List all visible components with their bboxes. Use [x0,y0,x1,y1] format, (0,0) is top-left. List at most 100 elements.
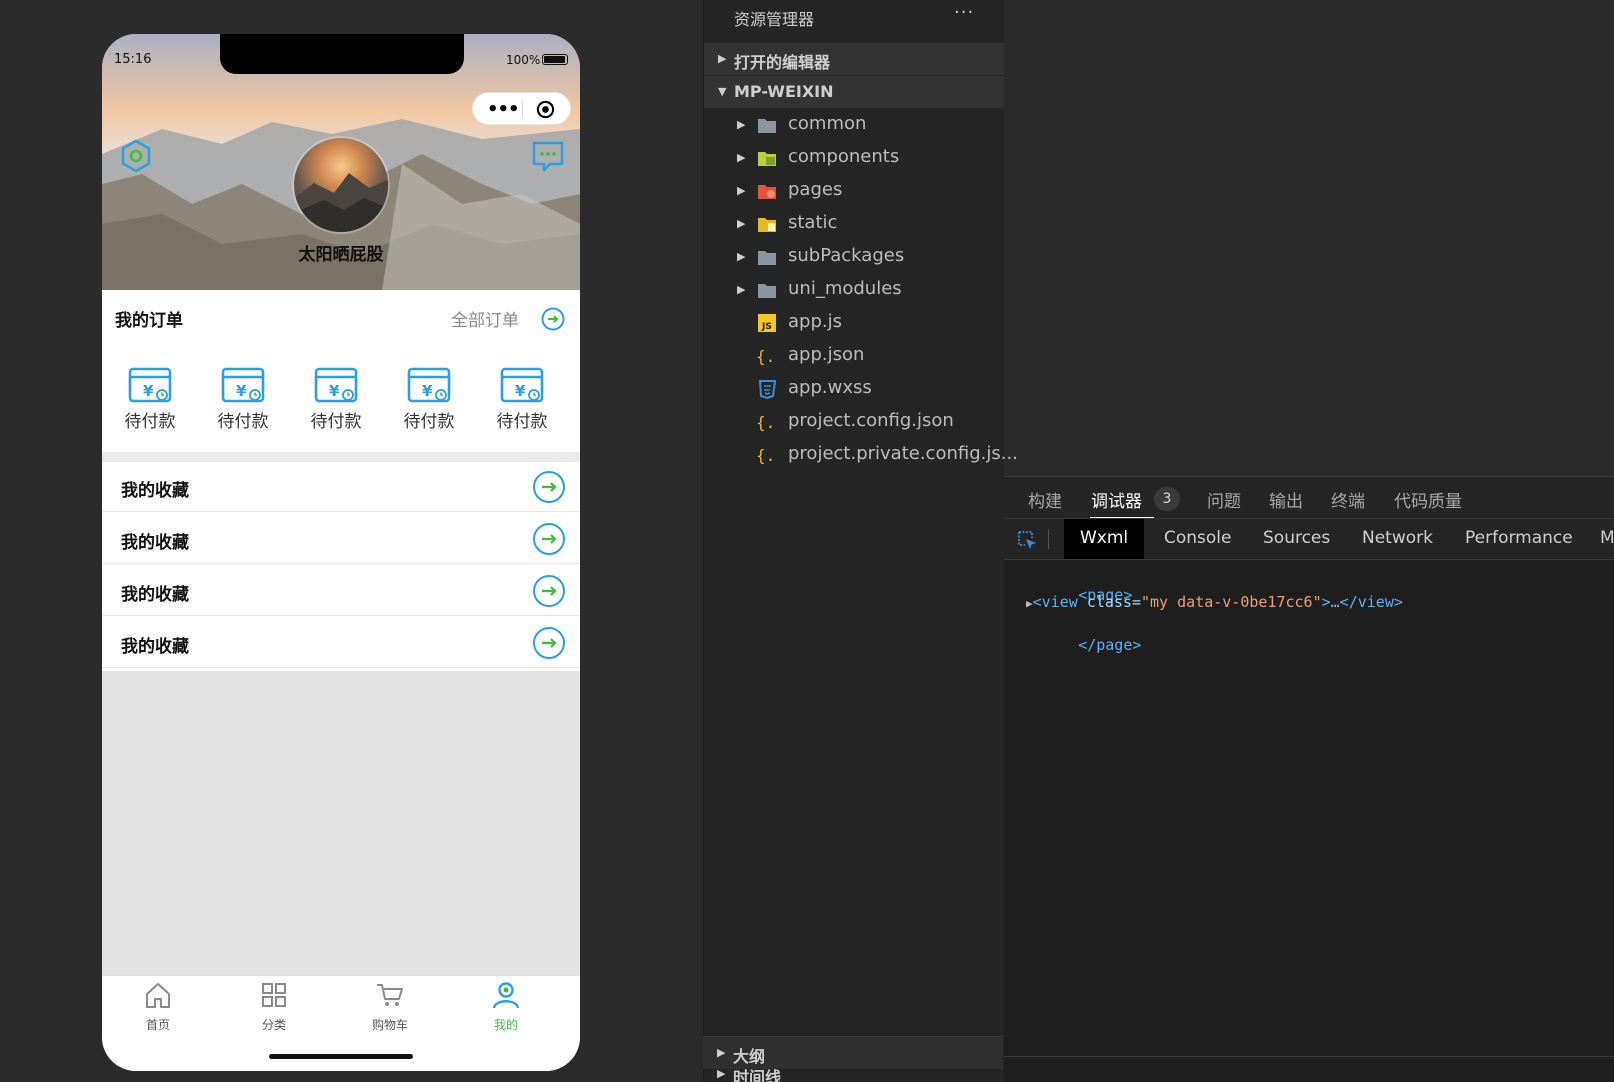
chevron-right-icon: ▶ [737,283,746,296]
tab-output[interactable]: 输出 [1269,487,1303,512]
svg-text:¥: ¥ [329,382,340,400]
section-label: MP-WEIXIN [734,82,834,101]
home-indicator [269,1054,413,1059]
profile-header: 15:16 100% ••• 太阳晒屁股 [102,34,580,290]
caret-right-icon[interactable]: ▶ [1026,597,1033,610]
tree-folder[interactable]: ▶ static [704,208,1004,240]
tab-mine[interactable]: 我的 [461,980,551,1036]
tab-code-quality[interactable]: 代码质量 [1394,487,1462,512]
devtools-tabs: Wxml Console Sources Network Performance… [1004,518,1614,560]
open-editors-section[interactable]: ▶ 打开的编辑器 [704,43,1004,75]
tab-label: 分类 [261,1018,286,1032]
tree-file[interactable]: JS app.js [704,307,1004,339]
tab-build[interactable]: 构建 [1028,487,1062,512]
tab-cart[interactable]: 购物车 [345,980,435,1036]
arrow-right-icon[interactable] [541,307,565,331]
tab-terminal[interactable]: 终端 [1331,487,1365,512]
more-actions-button[interactable]: ··· [954,2,974,23]
chevron-right-icon: ▶ [737,184,746,197]
arrow-right-icon[interactable] [532,626,566,660]
tree-file[interactable]: app.wxss [704,373,1004,405]
tree-folder[interactable]: ▶ uni_modules [704,274,1004,306]
wxml-line[interactable]: </page> [1024,618,1141,672]
order-status-pending-payment[interactable]: ¥ 待付款 [114,366,186,436]
static-folder-icon [758,218,776,232]
arrow-right-icon[interactable] [532,574,566,608]
explorer-title: 资源管理器 [734,10,815,29]
order-status-label: 待付款 [496,412,548,432]
device-notch [220,34,464,74]
tab-home[interactable]: 首页 [113,980,203,1036]
svg-text:{..}: {..} [756,413,778,432]
pages-folder-icon [758,185,776,199]
tree-folder[interactable]: ▶ pages [704,175,1004,207]
timeline-section[interactable]: ▶ 时间线 [703,1069,1003,1082]
favorites-label: 我的收藏 [121,585,189,605]
payment-card-icon: ¥ [407,367,451,403]
panel-sources[interactable]: Sources [1263,528,1330,548]
home-icon [146,983,170,1008]
favorites-row[interactable]: 我的收藏 [102,566,580,616]
chevron-right-icon: ▶ [737,151,746,164]
chevron-right-icon: ▶ [737,118,746,131]
favorites-label: 我的收藏 [121,637,189,657]
order-status-pending-payment[interactable]: ¥ 待付款 [300,366,372,436]
tab-category[interactable]: 分类 [229,980,319,1036]
message-icon[interactable] [530,138,566,174]
status-time: 15:16 [114,52,152,67]
payment-card-icon: ¥ [128,367,172,403]
arrow-right-icon[interactable] [532,522,566,556]
folder-icon [758,284,776,298]
tree-item-label: project.config.json [788,410,954,431]
inspect-element-icon[interactable] [1016,529,1038,551]
arrow-right-icon[interactable] [532,470,566,504]
panel-console[interactable]: Console [1164,528,1232,548]
battery-icon [542,54,568,65]
more-icon[interactable]: ••• [487,99,520,120]
chevron-right-icon: ▶ [717,1069,726,1080]
panel-performance[interactable]: Performance [1465,528,1573,548]
json-file-icon: {..} [756,446,778,465]
favorites-row[interactable]: 我的收藏 [102,514,580,564]
close-target-icon[interactable] [536,100,555,119]
tree-item-label: pages [788,179,843,200]
tab-debugger[interactable]: 调试器 [1091,487,1142,512]
panel-wxml[interactable]: Wxml [1080,528,1128,548]
folder-icon [758,251,776,265]
phone-simulator: 15:16 100% ••• 太阳晒屁股 我的订单 全部订单 ¥ 待付款 ¥ 待… [102,34,580,1071]
tree-item-label: subPackages [788,245,905,266]
order-status-pending-payment[interactable]: ¥ 待付款 [207,366,279,436]
avatar[interactable] [294,138,388,232]
all-orders-link[interactable]: 全部订单 [451,306,519,331]
bottom-panel-tabs: 构建 调试器 3 问题 输出 终端 代码质量 [1004,476,1614,519]
project-section[interactable]: ▼ MP-WEIXIN [704,76,1004,108]
order-status-pending-payment[interactable]: ¥ 待付款 [393,366,465,436]
outline-section[interactable]: ▶ 大纲 [703,1036,1003,1069]
svg-text:¥: ¥ [236,382,247,400]
miniprogram-capsule[interactable]: ••• [472,92,571,125]
tree-folder[interactable]: ▶ subPackages [704,241,1004,273]
tree-item-label: app.js [788,311,842,332]
panel-more[interactable]: M [1600,528,1614,548]
tab-problems[interactable]: 问题 [1207,487,1241,512]
tree-file[interactable]: {..} project.config.json [704,406,1004,438]
tree-file[interactable]: {..} app.json [704,340,1004,372]
payment-card-icon: ¥ [500,367,544,403]
chevron-right-icon: ▶ [737,217,746,230]
wxml-line[interactable]: ▶<view class="my data-v-0be17cc6">…</vie… [1026,593,1403,611]
favorites-row[interactable]: 我的收藏 [102,462,580,512]
css-file-icon [758,380,777,400]
tree-file[interactable]: {..} project.private.config.js... [704,439,1018,471]
order-status-pending-payment[interactable]: ¥ 待付款 [486,366,558,436]
payment-card-icon: ¥ [314,367,358,403]
tree-folder[interactable]: ▶ common [704,109,1004,141]
tab-label: 购物车 [371,1018,408,1032]
favorites-label: 我的收藏 [121,533,189,553]
settings-icon[interactable] [118,138,154,174]
panel-network[interactable]: Network [1362,528,1433,548]
folder-icon [758,119,776,133]
tree-folder[interactable]: ▶ components [704,142,1004,174]
favorites-row[interactable]: 我的收藏 [102,618,580,668]
section-label: 打开的编辑器 [734,53,831,72]
user-icon [492,982,520,1009]
